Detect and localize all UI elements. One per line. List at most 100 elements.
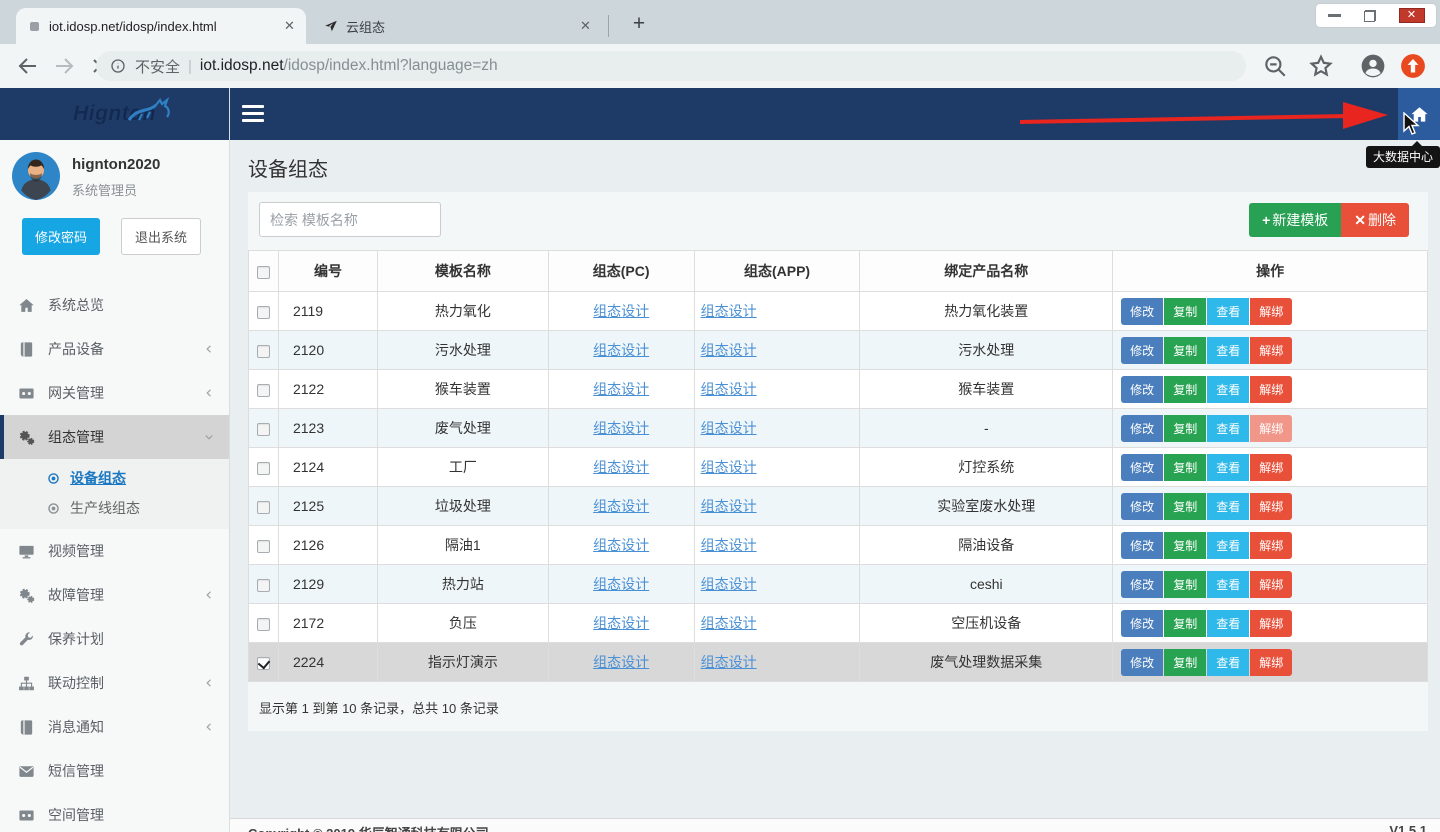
row-checkbox[interactable] bbox=[257, 540, 270, 553]
edit-button[interactable]: 修改 bbox=[1121, 571, 1163, 598]
sidebar-item[interactable]: 故障管理 bbox=[0, 573, 229, 617]
row-checkbox[interactable] bbox=[257, 384, 270, 397]
unbind-button[interactable]: 解绑 bbox=[1250, 571, 1292, 598]
pc-design-link[interactable]: 组态设计 bbox=[593, 459, 649, 475]
sidebar-item[interactable]: 网关管理 bbox=[0, 371, 229, 415]
pc-design-link[interactable]: 组态设计 bbox=[593, 615, 649, 631]
edit-button[interactable]: 修改 bbox=[1121, 337, 1163, 364]
unbind-button[interactable]: 解绑 bbox=[1250, 610, 1292, 637]
edit-button[interactable]: 修改 bbox=[1121, 415, 1163, 442]
copy-button[interactable]: 复制 bbox=[1164, 415, 1206, 442]
row-checkbox[interactable] bbox=[257, 423, 270, 436]
logout-button[interactable]: 退出系统 bbox=[121, 218, 201, 255]
browser-tab-inactive[interactable]: 云组态 ✕ bbox=[312, 8, 602, 44]
row-checkbox[interactable] bbox=[257, 579, 270, 592]
pc-design-link[interactable]: 组态设计 bbox=[593, 576, 649, 592]
edit-button[interactable]: 修改 bbox=[1121, 649, 1163, 676]
unbind-button[interactable]: 解绑 bbox=[1250, 454, 1292, 481]
sidebar-item[interactable]: 组态管理 bbox=[0, 415, 229, 459]
app-design-link[interactable]: 组态设计 bbox=[701, 342, 757, 358]
pc-design-link[interactable]: 组态设计 bbox=[593, 342, 649, 358]
sidebar-item[interactable]: 系统总览 bbox=[0, 283, 229, 327]
sidebar-item[interactable]: 短信管理 bbox=[0, 749, 229, 793]
row-checkbox[interactable] bbox=[257, 462, 270, 475]
copy-button[interactable]: 复制 bbox=[1164, 454, 1206, 481]
edit-button[interactable]: 修改 bbox=[1121, 376, 1163, 403]
app-design-link[interactable]: 组态设计 bbox=[701, 654, 757, 670]
app-design-link[interactable]: 组态设计 bbox=[701, 498, 757, 514]
tab-close-icon[interactable]: ✕ bbox=[577, 18, 594, 35]
browser-tab-active[interactable]: iot.idosp.net/idosp/index.html ✕ bbox=[16, 8, 306, 44]
app-design-link[interactable]: 组态设计 bbox=[701, 303, 757, 319]
delete-button[interactable]: ✕删除 bbox=[1341, 203, 1409, 237]
row-checkbox[interactable] bbox=[257, 501, 270, 514]
browser-update-icon[interactable] bbox=[1400, 53, 1426, 79]
sidebar-subitem[interactable]: 生产线组态 bbox=[0, 493, 229, 523]
app-design-link[interactable]: 组态设计 bbox=[701, 615, 757, 631]
tab-close-icon[interactable]: ✕ bbox=[281, 18, 298, 35]
edit-button[interactable]: 修改 bbox=[1121, 454, 1163, 481]
view-button[interactable]: 查看 bbox=[1207, 532, 1249, 559]
change-password-button[interactable]: 修改密码 bbox=[22, 218, 100, 255]
row-checkbox[interactable] bbox=[257, 657, 270, 670]
restore-icon[interactable] bbox=[1364, 10, 1376, 22]
row-checkbox[interactable] bbox=[257, 618, 270, 631]
sidebar-item[interactable]: 消息通知 bbox=[0, 705, 229, 749]
copy-button[interactable]: 复制 bbox=[1164, 649, 1206, 676]
profile-avatar-icon[interactable] bbox=[1360, 53, 1386, 79]
sidebar-item[interactable]: 联动控制 bbox=[0, 661, 229, 705]
view-button[interactable]: 查看 bbox=[1207, 337, 1249, 364]
view-button[interactable]: 查看 bbox=[1207, 415, 1249, 442]
new-tab-button[interactable]: + bbox=[624, 10, 654, 40]
view-button[interactable]: 查看 bbox=[1207, 493, 1249, 520]
app-design-link[interactable]: 组态设计 bbox=[701, 576, 757, 592]
view-button[interactable]: 查看 bbox=[1207, 298, 1249, 325]
search-input[interactable] bbox=[259, 202, 441, 237]
copy-button[interactable]: 复制 bbox=[1164, 532, 1206, 559]
unbind-button[interactable]: 解绑 bbox=[1250, 337, 1292, 364]
unbind-button[interactable]: 解绑 bbox=[1250, 376, 1292, 403]
back-icon[interactable] bbox=[16, 54, 40, 78]
menu-toggle-icon[interactable] bbox=[242, 105, 264, 122]
view-button[interactable]: 查看 bbox=[1207, 610, 1249, 637]
app-design-link[interactable]: 组态设计 bbox=[701, 420, 757, 436]
sidebar-item[interactable]: 保养计划 bbox=[0, 617, 229, 661]
pc-design-link[interactable]: 组态设计 bbox=[593, 654, 649, 670]
row-checkbox[interactable] bbox=[257, 306, 270, 319]
edit-button[interactable]: 修改 bbox=[1121, 298, 1163, 325]
app-design-link[interactable]: 组态设计 bbox=[701, 537, 757, 553]
view-button[interactable]: 查看 bbox=[1207, 571, 1249, 598]
unbind-button[interactable]: 解绑 bbox=[1250, 649, 1292, 676]
sidebar-subitem[interactable]: 设备组态 bbox=[0, 463, 229, 493]
big-data-center-button[interactable] bbox=[1398, 88, 1440, 140]
bookmark-star-icon[interactable] bbox=[1308, 53, 1334, 79]
edit-button[interactable]: 修改 bbox=[1121, 610, 1163, 637]
edit-button[interactable]: 修改 bbox=[1121, 532, 1163, 559]
app-design-link[interactable]: 组态设计 bbox=[701, 459, 757, 475]
zoom-out-icon[interactable] bbox=[1262, 53, 1288, 79]
view-button[interactable]: 查看 bbox=[1207, 454, 1249, 481]
info-icon[interactable] bbox=[110, 58, 126, 74]
copy-button[interactable]: 复制 bbox=[1164, 571, 1206, 598]
new-template-button[interactable]: +新建模板 bbox=[1249, 203, 1341, 237]
row-checkbox[interactable] bbox=[257, 345, 270, 358]
unbind-button[interactable]: 解绑 bbox=[1250, 493, 1292, 520]
pc-design-link[interactable]: 组态设计 bbox=[593, 303, 649, 319]
copy-button[interactable]: 复制 bbox=[1164, 298, 1206, 325]
select-all-checkbox[interactable] bbox=[257, 266, 270, 279]
unbind-button[interactable]: 解绑 bbox=[1250, 298, 1292, 325]
copy-button[interactable]: 复制 bbox=[1164, 610, 1206, 637]
view-button[interactable]: 查看 bbox=[1207, 376, 1249, 403]
sidebar-item[interactable]: 产品设备 bbox=[0, 327, 229, 371]
app-design-link[interactable]: 组态设计 bbox=[701, 381, 757, 397]
unbind-button[interactable]: 解绑 bbox=[1250, 532, 1292, 559]
close-icon[interactable]: ✕ bbox=[1399, 8, 1425, 23]
edit-button[interactable]: 修改 bbox=[1121, 493, 1163, 520]
sidebar-item[interactable]: 空间管理 bbox=[0, 793, 229, 832]
view-button[interactable]: 查看 bbox=[1207, 649, 1249, 676]
forward-icon[interactable] bbox=[52, 54, 76, 78]
pc-design-link[interactable]: 组态设计 bbox=[593, 381, 649, 397]
minimize-icon[interactable] bbox=[1328, 14, 1341, 17]
copy-button[interactable]: 复制 bbox=[1164, 337, 1206, 364]
copy-button[interactable]: 复制 bbox=[1164, 376, 1206, 403]
